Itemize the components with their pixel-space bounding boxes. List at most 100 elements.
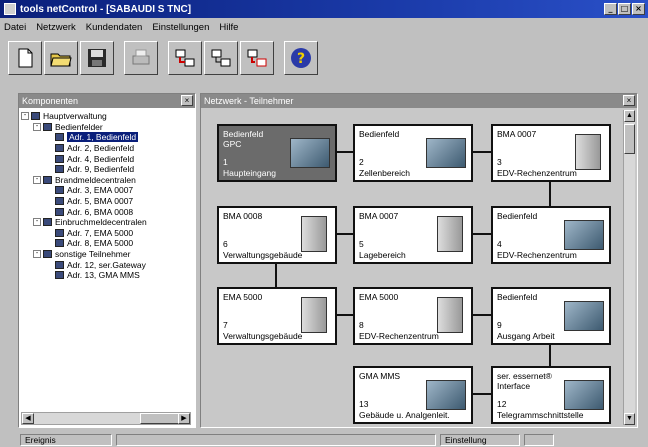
tree-item[interactable]: Adr. 1, Bedienfeld (21, 132, 193, 143)
tree-item-label: Adr. 1, Bedienfeld (67, 132, 139, 143)
component-icon (55, 133, 64, 142)
tree-item[interactable]: - Hauptverwaltung (21, 111, 193, 122)
help-icon: ? (291, 48, 311, 68)
network-node[interactable]: Bedienfeld 9 Ausgang Arbeit (491, 287, 611, 345)
scroll-thumb[interactable] (140, 413, 180, 424)
network-node[interactable]: BMA 0008 6 Verwaltungsgebäude (217, 206, 337, 264)
network-disconnect-icon (247, 49, 267, 67)
device-image (575, 134, 601, 170)
network-view-button[interactable] (204, 41, 238, 75)
network-node[interactable]: EMA 5000 7 Verwaltungsgebäude (217, 287, 337, 345)
tree-item[interactable]: - sonstige Teilnehmer (21, 249, 193, 260)
device-image (564, 220, 604, 250)
device-image (301, 216, 327, 252)
node-address-label: 13 (359, 399, 369, 409)
node-location-label: Telegrammschnittstelle (497, 410, 584, 420)
tree-item[interactable]: Adr. 3, EMA 0007 (21, 185, 193, 196)
network-connection-line (337, 233, 353, 235)
network-pane-close-button[interactable]: × (623, 95, 635, 106)
new-document-icon (18, 48, 33, 68)
tree-item[interactable]: Adr. 12, ser.Gateway (21, 259, 193, 270)
menu-einstellungen[interactable]: Einstellungen (152, 22, 209, 33)
network-pane-header: Netzwerk - Teilnehmer × (201, 94, 637, 108)
tree-collapse-icon[interactable]: - (33, 175, 41, 184)
tree-item[interactable]: Adr. 2, Bedienfeld (21, 143, 193, 154)
tree-item[interactable]: Adr. 9, Bedienfeld (21, 164, 193, 175)
tree-item[interactable]: - Bedienfelder (21, 122, 193, 133)
network-node[interactable]: BMA 0007 3 EDV-Rechenzentrum (491, 124, 611, 182)
tree-item[interactable]: Adr. 4, Bedienfeld (21, 153, 193, 164)
network-node[interactable]: EMA 5000 8 EDV-Rechenzentrum (353, 287, 473, 345)
tree-collapse-icon[interactable]: - (33, 218, 41, 227)
help-button[interactable]: ? (284, 41, 318, 75)
tree-item-label: Adr. 9, Bedienfeld (67, 164, 135, 175)
component-icon (55, 165, 64, 174)
network-node[interactable]: GMA MMS 13 Gebäude u. Analgenleit. (353, 366, 473, 424)
print-button[interactable] (124, 41, 158, 75)
menu-kundendaten[interactable]: Kundendaten (86, 22, 143, 33)
network-connection-line (337, 314, 353, 316)
node-location-label: Gebäude u. Analgenleit. (359, 410, 450, 420)
scroll-down-arrow-icon[interactable]: ▼ (624, 413, 635, 425)
status-event: Ereignis (20, 434, 112, 446)
network-disconnect-button[interactable] (240, 41, 274, 75)
network-vertical-scrollbar[interactable]: ▲ ▼ (623, 110, 635, 425)
menu-datei[interactable]: Datei (4, 22, 26, 33)
window-title: tools netControl - [SABAUDI S TNC] (20, 3, 192, 15)
network-node[interactable]: Bedienfeld GPC 1 Haupteingang (217, 124, 337, 182)
tree-item[interactable]: Adr. 8, EMA 5000 (21, 238, 193, 249)
tree-item-label: Hauptverwaltung (43, 111, 107, 122)
device-image (301, 297, 327, 333)
device-image (426, 138, 466, 168)
network-node[interactable]: ser. essernet® Interface 12 Telegrammschnit… (491, 366, 611, 424)
print-icon (132, 49, 150, 65)
components-pane-close-button[interactable]: × (181, 95, 193, 106)
tree-collapse-icon[interactable]: - (21, 112, 29, 121)
device-image (290, 138, 330, 168)
component-icon (55, 228, 64, 237)
scroll-up-arrow-icon[interactable]: ▲ (624, 110, 635, 122)
components-pane: Komponenten × - Hauptverwaltung - Bedienfel… (18, 93, 196, 428)
network-connect-button[interactable] (168, 41, 202, 75)
node-location-label: EDV-Rechenzentrum (359, 331, 439, 341)
tree-item[interactable]: Adr. 13, GMA MMS (21, 270, 193, 281)
node-address-label: 5 (359, 239, 364, 249)
maximize-button[interactable]: □ (618, 3, 631, 15)
scroll-thumb[interactable] (624, 124, 635, 154)
new-document-button[interactable] (8, 41, 42, 75)
tree-item[interactable]: Adr. 6, BMA 0008 (21, 206, 193, 217)
component-icon (55, 197, 64, 206)
minimize-button[interactable]: _ (604, 3, 617, 15)
node-location-label: EDV-Rechenzentrum (497, 250, 577, 260)
network-node[interactable]: Bedienfeld 2 Zellenbereich (353, 124, 473, 182)
tree-item[interactable]: Adr. 7, EMA 5000 (21, 228, 193, 239)
components-horizontal-scrollbar[interactable]: ◀ ▶ (21, 412, 191, 425)
scroll-left-arrow-icon[interactable]: ◀ (22, 413, 34, 424)
network-node[interactable]: BMA 0007 5 Lagebereich (353, 206, 473, 264)
network-view-icon (211, 49, 231, 67)
component-icon (55, 260, 64, 269)
menu-hilfe[interactable]: Hilfe (219, 22, 238, 33)
node-location-label: Ausgang Arbeit (497, 331, 555, 341)
scroll-right-arrow-icon[interactable]: ▶ (178, 413, 190, 424)
tree-item[interactable]: - Einbruchmeldecentralen (21, 217, 193, 228)
tree-collapse-icon[interactable]: - (33, 250, 41, 259)
node-address-label: 1 (223, 157, 228, 167)
node-address-label: 4 (497, 239, 502, 249)
menu-netzwerk[interactable]: Netzwerk (36, 22, 76, 33)
network-connect-icon (175, 49, 195, 67)
open-button[interactable] (44, 41, 78, 75)
close-button[interactable]: × (632, 3, 645, 15)
save-button[interactable] (80, 41, 114, 75)
tree-item[interactable]: - Brandmeldecentralen (21, 175, 193, 186)
node-address-label: 8 (359, 320, 364, 330)
tree-collapse-icon[interactable]: - (33, 122, 41, 131)
component-icon (43, 250, 52, 259)
tree-item-label: Brandmeldecentralen (55, 174, 136, 185)
tree-item[interactable]: Adr. 5, BMA 0007 (21, 196, 193, 207)
tree-item-label: Adr. 4, Bedienfeld (67, 153, 135, 164)
tree-item-label: sonstige Teilnehmer (55, 249, 131, 260)
network-node[interactable]: Bedienfeld 4 EDV-Rechenzentrum (491, 206, 611, 264)
tree-item-label: Adr. 2, Bedienfeld (67, 143, 135, 154)
tree-item-label: Adr. 5, BMA 0007 (67, 196, 134, 207)
